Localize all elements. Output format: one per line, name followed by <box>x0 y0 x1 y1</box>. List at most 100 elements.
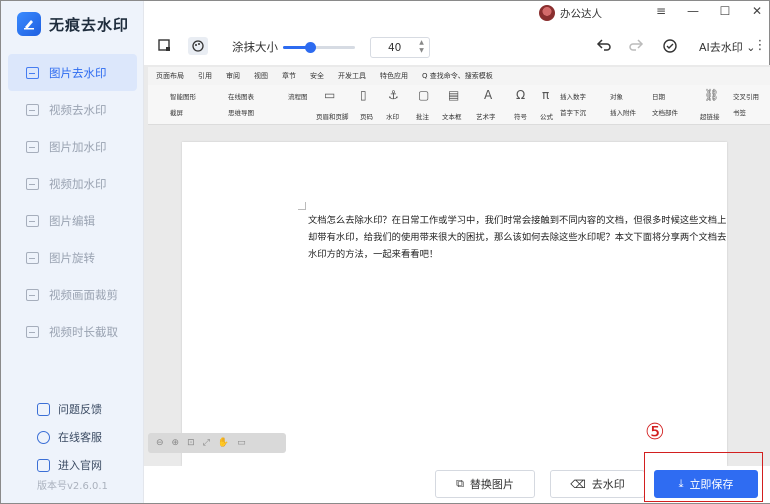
symbol-icon: Ω <box>516 88 526 102</box>
hand-icon[interactable]: ✋ <box>218 438 229 448</box>
select-rect-icon[interactable] <box>156 38 172 54</box>
feedback-link[interactable]: 问题反馈 <box>37 395 137 423</box>
doc-tab: 页面布局 <box>156 72 184 80</box>
annotation-step-number: ⑤ <box>645 420 665 445</box>
rotate-icon <box>26 251 39 264</box>
fit-icon[interactable]: ⊡ <box>187 438 195 448</box>
service-label: 在线客服 <box>58 431 102 444</box>
replace-image-button[interactable]: ⧉ 替换图片 <box>435 470 535 498</box>
ribbon-item: 在线图表 <box>228 93 254 101</box>
brush-size-label: 涂抹大小 <box>232 40 278 54</box>
split-icon[interactable]: ▭ <box>237 438 246 448</box>
user-menu[interactable]: 办公达人 <box>539 5 602 21</box>
sidebar: 无痕去水印 图片去水印 视频去水印 图片加水印 视频加水印 图片编辑 图片旋转 … <box>1 1 144 503</box>
ribbon-item: 页眉和页脚 <box>316 113 349 121</box>
remove-label: 去水印 <box>591 478 625 491</box>
ai-mode-dropdown[interactable]: AI去水印 ⌄ <box>699 39 756 55</box>
ribbon-item: 插入数字 <box>560 93 586 101</box>
ribbon-item: 文本框 <box>442 113 462 121</box>
brush-size-slider[interactable] <box>283 42 355 53</box>
sidebar-item-label: 视频时长截取 <box>49 324 118 339</box>
video-icon <box>26 103 39 116</box>
service-icon <box>37 430 50 444</box>
sidebar-item-image-add[interactable]: 图片加水印 <box>8 128 137 165</box>
document-page: 文档怎么去除水印？在日常工作或学习中，我们时常会接触到不同内容的文档，但很多时候… <box>182 142 727 466</box>
video-add-icon <box>26 177 39 190</box>
sidebar-item-video-crop[interactable]: 视频画面裁剪 <box>8 276 137 313</box>
crop-icon <box>26 288 39 301</box>
redo-icon[interactable] <box>628 38 644 54</box>
fullscreen-icon[interactable]: ⤢ <box>203 438 210 448</box>
doc-search: Q 查找命令、搜索模板 <box>422 72 493 80</box>
annotation-highlight-box <box>644 452 763 502</box>
brush-tool-icon[interactable] <box>188 37 208 55</box>
sidebar-nav: 图片去水印 视频去水印 图片加水印 视频加水印 图片编辑 图片旋转 视频画面裁剪… <box>8 54 137 350</box>
service-link[interactable]: 在线客服 <box>37 423 137 451</box>
remove-watermark-button[interactable]: ⌫ 去水印 <box>550 470 645 498</box>
sidebar-item-video-clip[interactable]: 视频时长截取 <box>8 313 137 350</box>
website-icon <box>37 458 50 472</box>
brush-size-value: 40 <box>388 41 402 54</box>
wordart-icon: A <box>484 88 493 102</box>
image-edit-icon <box>26 214 39 227</box>
sidebar-item-label: 图片旋转 <box>49 250 95 265</box>
eraser-icon: ⌫ <box>570 477 586 491</box>
window-controls: ≡ — ☐ ✕ <box>655 4 763 18</box>
page-corner-mark <box>298 202 306 210</box>
website-label: 进入官网 <box>58 459 102 472</box>
sidebar-item-video-remove[interactable]: 视频去水印 <box>8 91 137 128</box>
sidebar-item-image-edit[interactable]: 图片编辑 <box>8 202 137 239</box>
sidebar-item-label: 视频去水印 <box>49 102 107 117</box>
zoom-in-icon[interactable]: ⊕ <box>172 438 180 448</box>
ribbon-item: 思维导图 <box>228 109 254 117</box>
avatar <box>539 5 555 21</box>
website-link[interactable]: 进入官网 <box>37 451 137 479</box>
header-footer-icon: ▭ <box>324 88 336 102</box>
ribbon-item: 日期 <box>652 93 665 101</box>
ribbon-item: 对象 <box>610 93 623 101</box>
brush-size-input[interactable]: 40 ▲ ▼ <box>370 37 430 58</box>
ribbon-item: 流程图 <box>288 93 308 101</box>
word-menu-tabs: 页面布局 引用 审阅 视图 章节 安全 开发工具 特色应用 Q 查找命令、搜索模… <box>148 67 770 85</box>
image-icon <box>26 66 39 79</box>
compare-icon[interactable] <box>662 38 678 54</box>
page-number-icon: ▯ <box>360 88 367 102</box>
sidebar-links: 问题反馈 在线客服 进入官网 <box>37 395 137 479</box>
undo-icon[interactable] <box>596 38 612 54</box>
doc-tab: 引用 <box>198 72 212 80</box>
stepper-arrows[interactable]: ▲ ▼ <box>416 39 427 55</box>
user-name: 办公达人 <box>560 7 602 20</box>
maximize-button[interactable]: ☐ <box>719 4 731 18</box>
link-icon: ⛓ <box>704 88 720 102</box>
replace-icon: ⧉ <box>456 477 464 490</box>
image-canvas[interactable]: 页面布局 引用 审阅 视图 章节 安全 开发工具 特色应用 Q 查找命令、搜索模… <box>144 65 770 466</box>
more-icon[interactable]: ⋮ <box>752 38 768 54</box>
minimize-button[interactable]: — <box>687 4 699 18</box>
editor-toolbar: 涂抹大小 40 ▲ ▼ AI去水印 ⌄ ⋮ <box>144 29 770 65</box>
sidebar-item-label: 图片加水印 <box>49 139 107 154</box>
feedback-icon <box>37 402 50 416</box>
ribbon-item: 水印 <box>386 113 399 121</box>
image-add-icon <box>26 140 39 153</box>
ribbon-item: 交叉引用 <box>733 93 759 101</box>
sidebar-item-image-remove[interactable]: 图片去水印 <box>8 54 137 91</box>
doc-tab: 开发工具 <box>338 72 366 80</box>
doc-tab: 审阅 <box>226 72 240 80</box>
word-ribbon: 智能图形 截屏 在线图表 思维导图 流程图 ▭ 页眉和页脚 ▯ 页码 ⚓ 水印 … <box>148 85 770 125</box>
slider-handle[interactable] <box>305 42 317 53</box>
sidebar-item-video-add[interactable]: 视频加水印 <box>8 165 137 202</box>
app-name: 无痕去水印 <box>49 15 130 34</box>
close-button[interactable]: ✕ <box>751 4 763 18</box>
titlebar: 办公达人 ≡ — ☐ ✕ <box>144 1 770 29</box>
menu-icon[interactable]: ≡ <box>655 4 667 18</box>
document-body: 文档怎么去除水印？在日常工作或学习中，我们时常会接触到不同内容的文档，但很多时候… <box>308 215 727 260</box>
ribbon-item: 智能图形 <box>170 93 196 101</box>
sidebar-item-image-rotate[interactable]: 图片旋转 <box>8 239 137 276</box>
sidebar-item-label: 视频画面裁剪 <box>49 287 118 302</box>
feedback-label: 问题反馈 <box>58 403 102 416</box>
ribbon-item: 公式 <box>540 113 553 121</box>
zoom-out-icon[interactable]: ⊖ <box>156 438 164 448</box>
ai-mode-label: AI去水印 <box>699 41 743 54</box>
doc-tab: 特色应用 <box>380 72 408 80</box>
zoom-toolbar: ⊖ ⊕ ⊡ ⤢ ✋ ▭ <box>148 433 286 453</box>
